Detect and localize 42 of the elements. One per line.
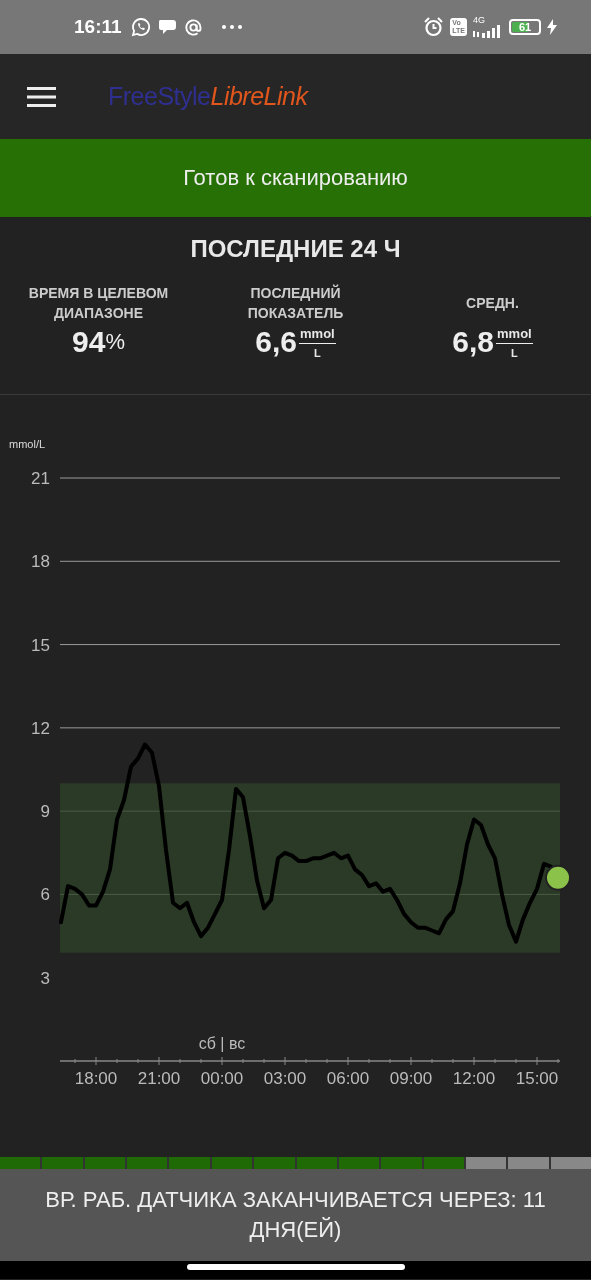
x-tick-label: 21:00 — [137, 1069, 181, 1088]
more-icon — [221, 25, 242, 29]
sensor-expiry-message: ВР. РАБ. ДАТЧИКА ЗАКАНЧИВАЕТСЯ ЧЕРЕЗ: 11 ДНЯ(ЕЙ) — [0, 1169, 591, 1261]
alarm-icon — [423, 17, 445, 37]
x-tick-label: 06:00 — [326, 1069, 370, 1088]
x-tick-label: 18:00 — [74, 1069, 118, 1088]
speech-bubble-icon — [157, 19, 177, 35]
y-tick-label: 3 — [40, 968, 50, 988]
x-tick-label: 12:00 — [452, 1069, 496, 1088]
x-tick-label: 15:00 — [515, 1069, 559, 1088]
section-title: ПОСЛЕДНИЕ 24 Ч — [189, 234, 402, 264]
battery-icon: 61 — [509, 19, 541, 35]
x-tick-label: 00:00 — [200, 1069, 244, 1088]
stat-label: СРЕДН. — [466, 294, 519, 313]
y-tick-label: 18 — [31, 552, 50, 572]
stat-value: 6,6 — [255, 325, 297, 359]
at-sign-icon — [183, 17, 203, 37]
signal-icon — [473, 25, 503, 38]
day-divider-label: сб | вс — [198, 1035, 246, 1052]
stat-value: 94 — [72, 325, 106, 359]
menu-icon[interactable] — [27, 86, 56, 107]
y-tick-label: 12 — [31, 718, 50, 738]
x-tick-label: 03:00 — [263, 1069, 307, 1088]
current-reading-dot — [545, 864, 571, 891]
stat-unit: % — [105, 329, 125, 355]
stat-label: ПОСЛЕДНИЙ ПОКАЗАТЕЛЬ — [246, 283, 345, 323]
y-tick-label: 21 — [31, 469, 50, 488]
stat-value: 6,8 — [452, 325, 494, 359]
y-tick-label: 6 — [40, 885, 50, 905]
x-tick-label: 09:00 — [389, 1069, 433, 1088]
stat-unit: mmol L — [299, 325, 336, 359]
chat-phone-icon — [130, 17, 151, 37]
stat-unit: mmol L — [496, 325, 533, 359]
scan-ready-banner: Готов к сканированию — [0, 139, 591, 217]
y-tick-label: 9 — [40, 802, 50, 822]
network-type: 4G — [473, 16, 485, 25]
charging-icon — [547, 19, 557, 35]
y-tick-label: 15 — [31, 635, 50, 655]
app-logo: FreeStyleLibreLink — [108, 82, 308, 111]
axis-unit: mmol/L — [9, 438, 46, 450]
stat-label: ВРЕМЯ В ЦЕЛЕВОМ ДИАПАЗОНЕ — [27, 284, 170, 323]
status-time: 16:11 — [74, 16, 122, 38]
